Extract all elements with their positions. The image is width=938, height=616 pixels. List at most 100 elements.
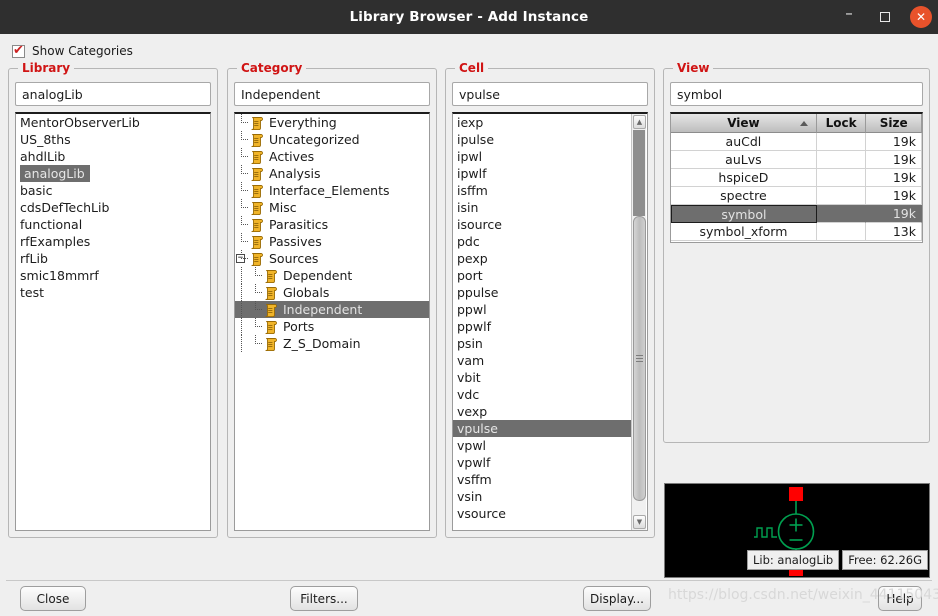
library-list-item[interactable]: functional <box>16 216 210 233</box>
category-tree-item[interactable]: Parasitics <box>235 216 429 233</box>
view-table-row[interactable]: auCdl 19k <box>671 133 922 151</box>
library-list-item-selected[interactable]: analogLib <box>20 165 90 182</box>
cell-list-item[interactable]: vam <box>453 352 631 369</box>
scroll-up-icon[interactable]: ▲ <box>633 115 646 129</box>
category-tree-item-label: Misc <box>269 200 297 215</box>
library-list-item[interactable]: analogLib <box>16 165 210 182</box>
view-column-header-size[interactable]: Size <box>866 114 922 133</box>
cell-group: Cell vpulse iexp ipulse ipwl ipwlf isffm isin… <box>445 61 655 538</box>
cell-list-item[interactable]: ppwl <box>453 301 631 318</box>
category-tree-item[interactable]: Globals <box>235 284 429 301</box>
category-filter-input[interactable]: Independent <box>234 82 430 106</box>
cell-list-item[interactable]: port <box>453 267 631 284</box>
category-tree-item[interactable]: Interface_Elements <box>235 182 429 199</box>
category-folder-icon <box>263 320 279 334</box>
category-folder-icon <box>263 269 279 283</box>
close-window-button[interactable]: ✕ <box>910 6 932 28</box>
display-button[interactable]: Display... <box>583 586 651 611</box>
maximize-button[interactable] <box>874 6 896 28</box>
view-cell-size: 19k <box>866 205 922 223</box>
library-list-item[interactable]: US_8ths <box>16 131 210 148</box>
close-button[interactable]: Close <box>20 586 86 611</box>
cell-list-item[interactable]: isource <box>453 216 631 233</box>
category-tree-item[interactable]: Dependent <box>235 267 429 284</box>
cell-list-item[interactable]: iexp <box>453 114 631 131</box>
view-column-header-lock[interactable]: Lock <box>816 114 867 133</box>
status-lib: Lib: analogLib <box>746 550 840 570</box>
cell-list-item[interactable]: vpwlf <box>453 454 631 471</box>
category-folder-icon <box>249 235 265 249</box>
cell-list-item[interactable]: ipwlf <box>453 165 631 182</box>
category-tree-item-label: Passives <box>269 234 322 249</box>
library-list-item[interactable]: ahdlLib <box>16 148 210 165</box>
category-tree-item[interactable]: Passives <box>235 233 429 250</box>
category-tree-item[interactable]: Misc <box>235 199 429 216</box>
scroll-down-icon[interactable]: ▼ <box>633 515 646 529</box>
maximize-icon <box>880 12 890 22</box>
view-table-row[interactable]: symbol_xform 13k <box>671 223 922 241</box>
library-filter-input[interactable]: analogLib <box>15 82 211 106</box>
view-cell-size: 19k <box>866 133 922 151</box>
category-tree-item[interactable]: Ports <box>235 318 429 335</box>
view-table[interactable]: View Lock Size auCdl 19k auLvs 19k hspiceD 19k sp… <box>670 112 923 243</box>
view-filter-input[interactable]: symbol <box>670 82 923 106</box>
help-button[interactable]: Help <box>878 586 922 611</box>
cell-list-item[interactable]: ipwl <box>453 148 631 165</box>
category-tree-item[interactable]: Z_S_Domain <box>235 335 429 352</box>
tree-collapse-icon[interactable]: − <box>236 254 245 263</box>
tree-indent-guide <box>235 114 249 131</box>
category-tree-item[interactable]: Analysis <box>235 165 429 182</box>
cell-list-item[interactable]: ppulse <box>453 284 631 301</box>
checkmark-icon: ✔ <box>13 42 24 58</box>
cell-list-item[interactable]: vbit <box>453 369 631 386</box>
cell-list-item[interactable]: vsffm <box>453 471 631 488</box>
filters-button[interactable]: Filters... <box>290 586 358 611</box>
cell-list-item[interactable]: vsource <box>453 505 631 522</box>
cell-list-item[interactable]: pdc <box>453 233 631 250</box>
cell-list-item[interactable]: isffm <box>453 182 631 199</box>
tree-indent-guide: − <box>235 250 249 267</box>
cell-list[interactable]: iexp ipulse ipwl ipwlf isffm isin isource pdc pe… <box>452 112 648 531</box>
cell-list-item[interactable]: vsin <box>453 488 631 505</box>
cell-list-item[interactable]: ppwlf <box>453 318 631 335</box>
view-table-row[interactable]: symbol 19k <box>671 205 922 223</box>
cell-list-item[interactable]: vpwl <box>453 437 631 454</box>
library-list[interactable]: MentorObserverLib US_8ths ahdlLib analogLib… <box>15 112 211 531</box>
cell-list-item[interactable]: vpulse <box>453 420 631 437</box>
category-tree-item[interactable]: Uncategorized <box>235 131 429 148</box>
show-categories-checkbox[interactable]: ✔ <box>12 42 25 58</box>
cell-list-item[interactable]: psin <box>453 335 631 352</box>
cell-list-item[interactable]: vexp <box>453 403 631 420</box>
view-table-row[interactable]: auLvs 19k <box>671 151 922 169</box>
category-tree-item[interactable]: − Sources <box>235 250 429 267</box>
minimize-button[interactable]: – <box>838 6 860 28</box>
view-table-row[interactable]: hspiceD 19k <box>671 169 922 187</box>
category-tree-item[interactable]: Independent <box>235 301 429 318</box>
view-column-header-view[interactable]: View <box>671 114 817 133</box>
view-table-row[interactable]: spectre 19k <box>671 187 922 205</box>
library-list-item[interactable]: MentorObserverLib <box>16 114 210 131</box>
category-tree[interactable]: Everything Uncategorized Actives Analysis In… <box>234 112 430 531</box>
cell-list-scrollbar[interactable]: ▲ ▼ <box>631 114 646 530</box>
cell-list-item[interactable]: ipulse <box>453 131 631 148</box>
cell-list-item[interactable]: vdc <box>453 386 631 403</box>
library-list-item[interactable]: smic18mmrf <box>16 267 210 284</box>
cell-group-label: Cell <box>455 61 489 75</box>
tree-indent-guide <box>235 301 249 318</box>
show-categories-row[interactable]: ✔ Show Categories <box>12 44 133 58</box>
scrollbar-thumb[interactable] <box>633 216 646 501</box>
cell-list-item[interactable]: pexp <box>453 250 631 267</box>
category-tree-item[interactable]: Everything <box>235 114 429 131</box>
library-list-item[interactable]: rfExamples <box>16 233 210 250</box>
library-list-item[interactable]: test <box>16 284 210 301</box>
scrollbar-trough[interactable] <box>633 130 645 216</box>
category-tree-item-label: Dependent <box>283 268 353 283</box>
category-tree-item[interactable]: Actives <box>235 148 429 165</box>
library-list-item[interactable]: basic <box>16 182 210 199</box>
cell-filter-input[interactable]: vpulse <box>452 82 648 106</box>
library-list-item[interactable]: cdsDefTechLib <box>16 199 210 216</box>
library-list-item[interactable]: rfLib <box>16 250 210 267</box>
view-cell-lock <box>816 151 867 169</box>
cell-list-item[interactable]: isin <box>453 199 631 216</box>
category-folder-icon <box>249 167 265 181</box>
